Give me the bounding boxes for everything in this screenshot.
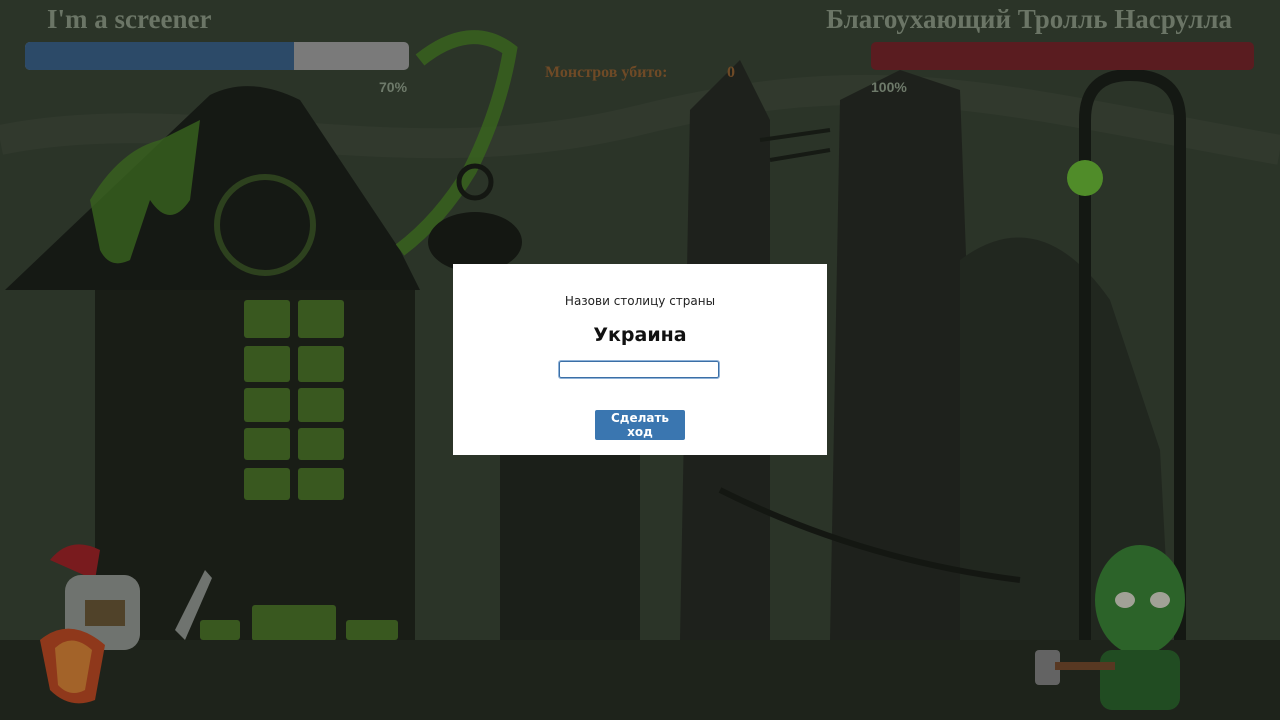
enemy-name: Благоухающий Тролль Насрулла: [826, 4, 1232, 34]
player-name: I'm a screener: [47, 4, 212, 34]
enemy-health-percent: 100%: [871, 79, 907, 95]
enemy-health-fill: [871, 42, 1254, 70]
question-dialog: Назови столицу страны Украина Сделать хо…: [453, 264, 827, 455]
answer-input[interactable]: [558, 360, 720, 379]
enemy-health-bar: [871, 42, 1254, 70]
player-health-bar: [25, 42, 409, 70]
question-prompt: Назови столицу страны: [564, 294, 716, 308]
make-move-button[interactable]: Сделать ход: [595, 410, 685, 440]
country-name: Украина: [593, 324, 687, 346]
player-health-fill: [25, 42, 294, 70]
kills-label: Монстров убито:: [545, 64, 668, 81]
kills-count: 0: [727, 64, 735, 81]
player-health-percent: 70%: [379, 79, 408, 95]
